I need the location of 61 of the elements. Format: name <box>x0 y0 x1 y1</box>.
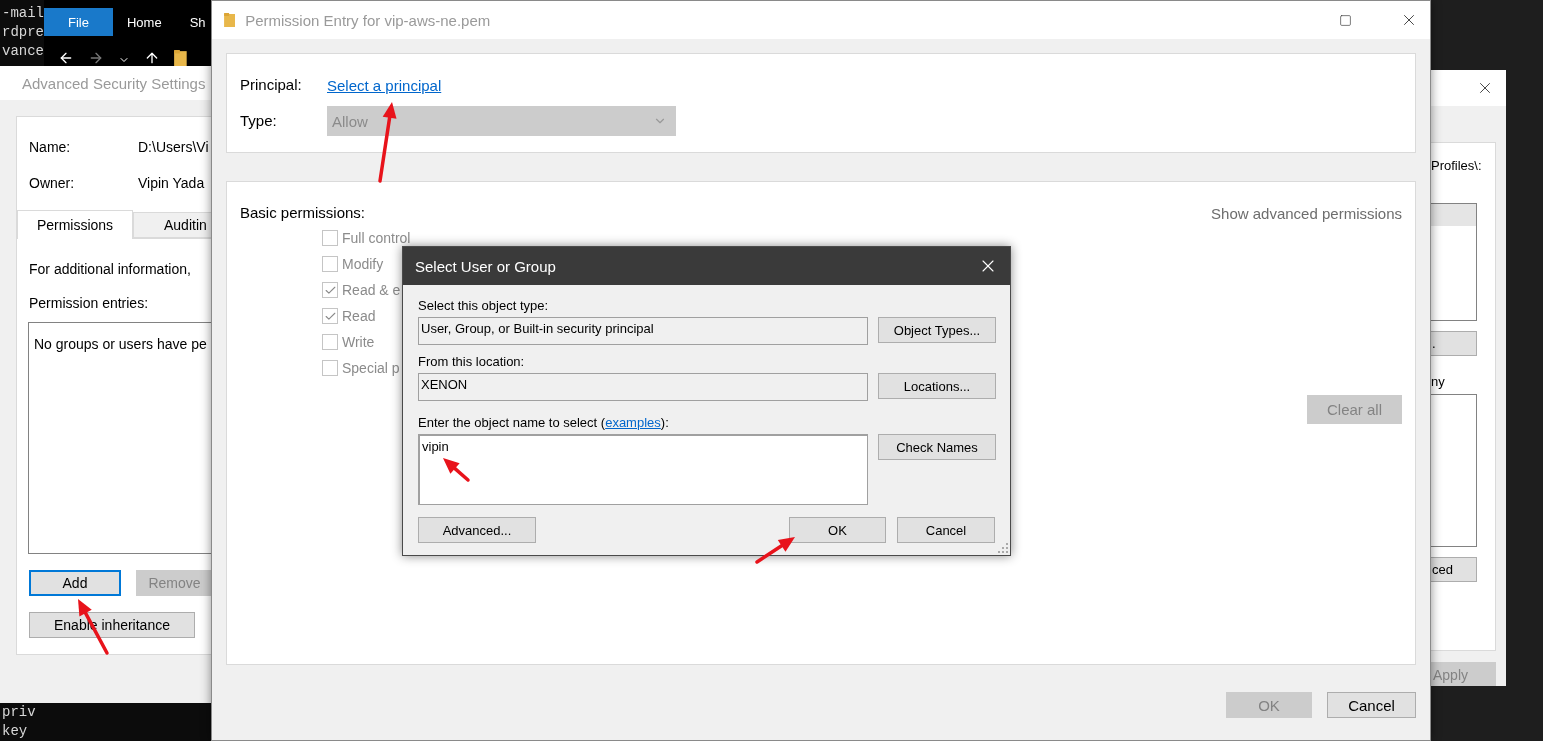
advanced-button[interactable]: Advanced... <box>418 517 536 543</box>
label-text: ny <box>1431 373 1446 391</box>
select-principal-link[interactable]: Select a principal <box>327 76 442 94</box>
folder-icon <box>174 50 187 66</box>
list-box[interactable] <box>1431 394 1477 547</box>
folder-icon <box>224 13 236 27</box>
permission-entries-list[interactable]: No groups or users have pe <box>28 322 212 554</box>
field-label: Enter the object name to select (examples): <box>418 415 670 431</box>
terminal-line: priv <box>2 703 36 722</box>
terminal-line: -mail <box>2 4 44 23</box>
info-text: For additional information, <box>28 260 192 278</box>
up-icon[interactable] <box>144 50 160 66</box>
empty-list-text: No groups or users have pe <box>34 336 207 352</box>
forward-icon[interactable] <box>88 50 104 66</box>
tab[interactable]: Auditin <box>133 212 212 238</box>
terminal-line: vance <box>2 42 44 61</box>
location-field: XENON <box>418 373 868 401</box>
window-title: Permission Entry for vip-aws-ne.pem <box>245 11 492 29</box>
maximize-icon[interactable] <box>1339 13 1352 27</box>
type-label: Type: <box>240 112 278 130</box>
principal-label: Principal: <box>240 76 303 94</box>
checkbox-label: Modify <box>342 257 384 271</box>
entries-label: Permission entries: <box>28 294 150 312</box>
button[interactable]: ced <box>1431 557 1477 582</box>
dialog-title: Select User or Group <box>415 257 557 275</box>
button[interactable]: . <box>1431 331 1477 356</box>
ribbon-tab[interactable]: Home <box>112 8 176 36</box>
checkbox-label: Write <box>342 335 375 349</box>
list-box[interactable] <box>1431 203 1477 321</box>
field-label: Name: <box>29 138 72 156</box>
terminal-line: key <box>2 722 28 741</box>
object-types-button[interactable]: Object Types... <box>878 317 996 343</box>
field-value: D:\Users\Vi <box>138 138 209 156</box>
ribbon-tab[interactable]: File <box>44 8 113 36</box>
section-label: Basic permissions: <box>240 204 366 222</box>
field-label: Select this object type: <box>418 298 550 314</box>
resize-grip-icon[interactable] <box>998 543 1008 553</box>
annotation-arrow <box>443 458 470 482</box>
cancel-button[interactable]: Cancel <box>1327 692 1416 718</box>
checkbox-label: Full control <box>342 231 411 245</box>
cancel-button[interactable]: Cancel <box>897 517 995 543</box>
object-name-field[interactable]: vipin <box>418 434 868 505</box>
check-names-button[interactable]: Check Names <box>878 434 996 460</box>
ribbon-tab[interactable]: Sh <box>175 8 212 36</box>
object-type-field: User, Group, or Built-in security principal <box>418 317 868 345</box>
checkbox-label: Special p <box>342 361 400 375</box>
tab[interactable]: Permissions <box>17 210 133 239</box>
back-icon[interactable] <box>58 50 74 66</box>
advanced-permissions-link[interactable]: Show advanced permissions <box>1211 204 1402 222</box>
checkbox-label: Read <box>342 309 376 323</box>
terminal-line: rdpre <box>2 23 44 42</box>
add-button[interactable]: Add <box>29 570 121 596</box>
annotation-arrow <box>755 537 795 564</box>
field-value: Vipin Yada <box>138 174 205 192</box>
field-label: Owner: <box>29 174 76 192</box>
locations-button[interactable]: Locations... <box>878 373 996 399</box>
window-title: Advanced Security Settings <box>22 74 206 92</box>
examples-link[interactable]: examples <box>605 415 661 430</box>
checkbox-label: Read & e <box>342 283 401 297</box>
field-label: From this location: <box>418 354 526 370</box>
ok-button[interactable]: OK <box>789 517 886 543</box>
